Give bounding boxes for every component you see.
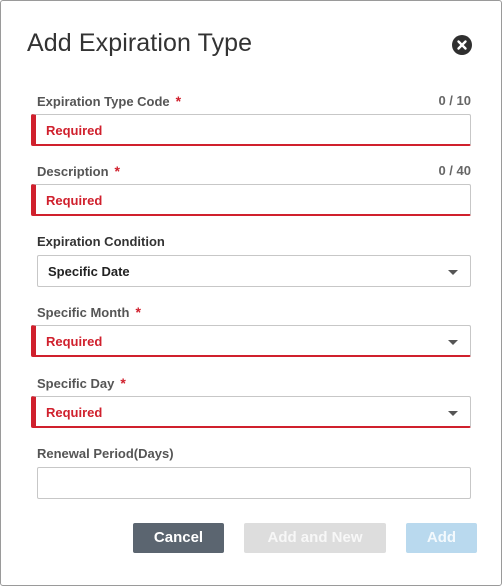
specific-month-label: Specific Month *	[37, 304, 141, 320]
add-expiration-type-dialog: Add Expiration Type Expiration Type Code…	[0, 0, 502, 586]
expiration-type-code-label: Expiration Type Code *	[37, 93, 181, 109]
add-and-new-button[interactable]: Add and New	[244, 523, 386, 553]
close-icon[interactable]	[452, 35, 472, 55]
required-asterisk: *	[120, 375, 126, 391]
required-asterisk: *	[135, 304, 141, 320]
description-label: Description *	[37, 163, 120, 179]
specific-day-placeholder: Required	[46, 405, 103, 420]
required-asterisk: *	[175, 93, 182, 109]
add-button[interactable]: Add	[406, 523, 477, 553]
description-placeholder: Required	[46, 193, 103, 208]
specific-day-label-text: Specific Day	[37, 376, 115, 391]
description-label-text: Description	[37, 164, 109, 179]
specific-day-select[interactable]: Required	[31, 396, 471, 428]
specific-month-select[interactable]: Required	[31, 325, 471, 357]
renewal-period-label: Renewal Period(Days)	[37, 446, 174, 461]
cancel-button[interactable]: Cancel	[133, 523, 224, 553]
specific-month-placeholder: Required	[46, 334, 103, 349]
dialog-title: Add Expiration Type	[27, 29, 253, 57]
expiration-type-code-counter: 0 / 10	[438, 93, 471, 108]
expiration-condition-select[interactable]: Specific Date	[37, 255, 471, 287]
expiration-type-code-placeholder: Required	[46, 123, 103, 138]
chevron-down-icon	[448, 340, 458, 345]
expiration-condition-label: Expiration Condition	[37, 234, 165, 249]
chevron-down-icon	[448, 411, 458, 416]
description-input[interactable]: Required	[31, 184, 471, 216]
expiration-type-code-input[interactable]: Required	[31, 114, 471, 146]
chevron-down-icon	[448, 270, 458, 275]
description-counter: 0 / 40	[438, 163, 471, 178]
required-asterisk: *	[114, 163, 120, 179]
specific-month-label-text: Specific Month	[37, 305, 130, 320]
expiration-condition-value: Specific Date	[48, 264, 130, 279]
specific-day-label: Specific Day *	[37, 375, 126, 391]
expiration-type-code-label-text: Expiration Type Code	[37, 94, 170, 109]
renewal-period-input[interactable]	[37, 467, 471, 499]
